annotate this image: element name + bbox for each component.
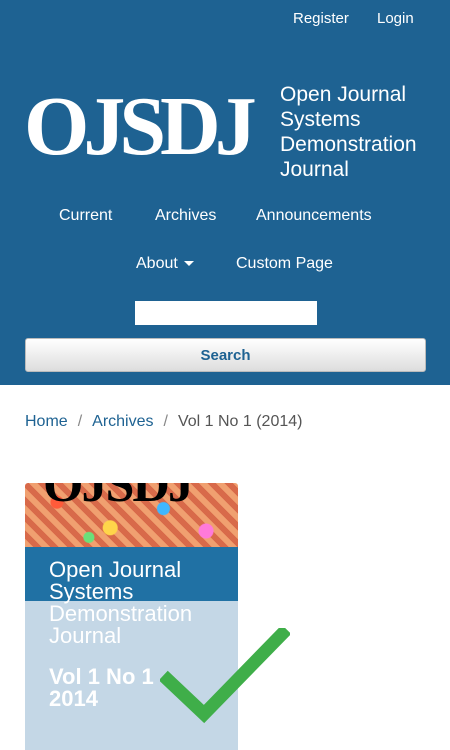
site-logo[interactable]: OJSDJ bbox=[24, 82, 257, 172]
search-input[interactable] bbox=[135, 301, 317, 325]
nav-about[interactable]: About bbox=[136, 255, 194, 273]
nav-archives[interactable]: Archives bbox=[155, 207, 216, 225]
cover-logo: OJSDJ bbox=[43, 483, 194, 513]
register-link[interactable]: Register bbox=[293, 10, 349, 27]
logo-line: Demonstration bbox=[280, 133, 417, 156]
breadcrumb-current: Vol 1 No 1 (2014) bbox=[177, 413, 303, 430]
breadcrumb: Home / Archives / Vol 1 No 1 (2014) bbox=[25, 413, 302, 431]
logo-line: Open Journal bbox=[280, 83, 407, 106]
search-button[interactable]: Search bbox=[25, 338, 426, 372]
site-header: Register Login OJSDJ Open Journal System… bbox=[0, 0, 450, 385]
site-logo-name: Open Journal Systems Demonstration Journ… bbox=[280, 82, 445, 182]
cover-issue-label: Vol 1 No 1 2014 bbox=[49, 666, 154, 710]
cover-title-line: Demonstration bbox=[49, 601, 193, 626]
breadcrumb-archives[interactable]: Archives bbox=[92, 413, 153, 430]
cover-issue-line: 2014 bbox=[49, 686, 98, 711]
breadcrumb-home[interactable]: Home bbox=[25, 413, 68, 430]
logo-line: Systems bbox=[280, 108, 361, 131]
cover-issue-line: Vol 1 No 1 bbox=[49, 664, 154, 689]
cover-title-line: Systems bbox=[49, 579, 134, 604]
breadcrumb-separator: / bbox=[77, 413, 83, 430]
nav-announcements[interactable]: Announcements bbox=[256, 207, 372, 225]
caret-down-icon bbox=[183, 261, 194, 267]
login-link[interactable]: Login bbox=[377, 10, 414, 27]
logo-line: Journal bbox=[280, 158, 349, 181]
cover-title-line: Open Journal bbox=[49, 557, 182, 582]
checkmark-icon bbox=[160, 628, 290, 724]
breadcrumb-separator: / bbox=[163, 413, 168, 430]
nav-current[interactable]: Current bbox=[59, 207, 112, 225]
nav-custom-page[interactable]: Custom Page bbox=[236, 255, 333, 273]
nav-about-label: About bbox=[136, 255, 178, 272]
